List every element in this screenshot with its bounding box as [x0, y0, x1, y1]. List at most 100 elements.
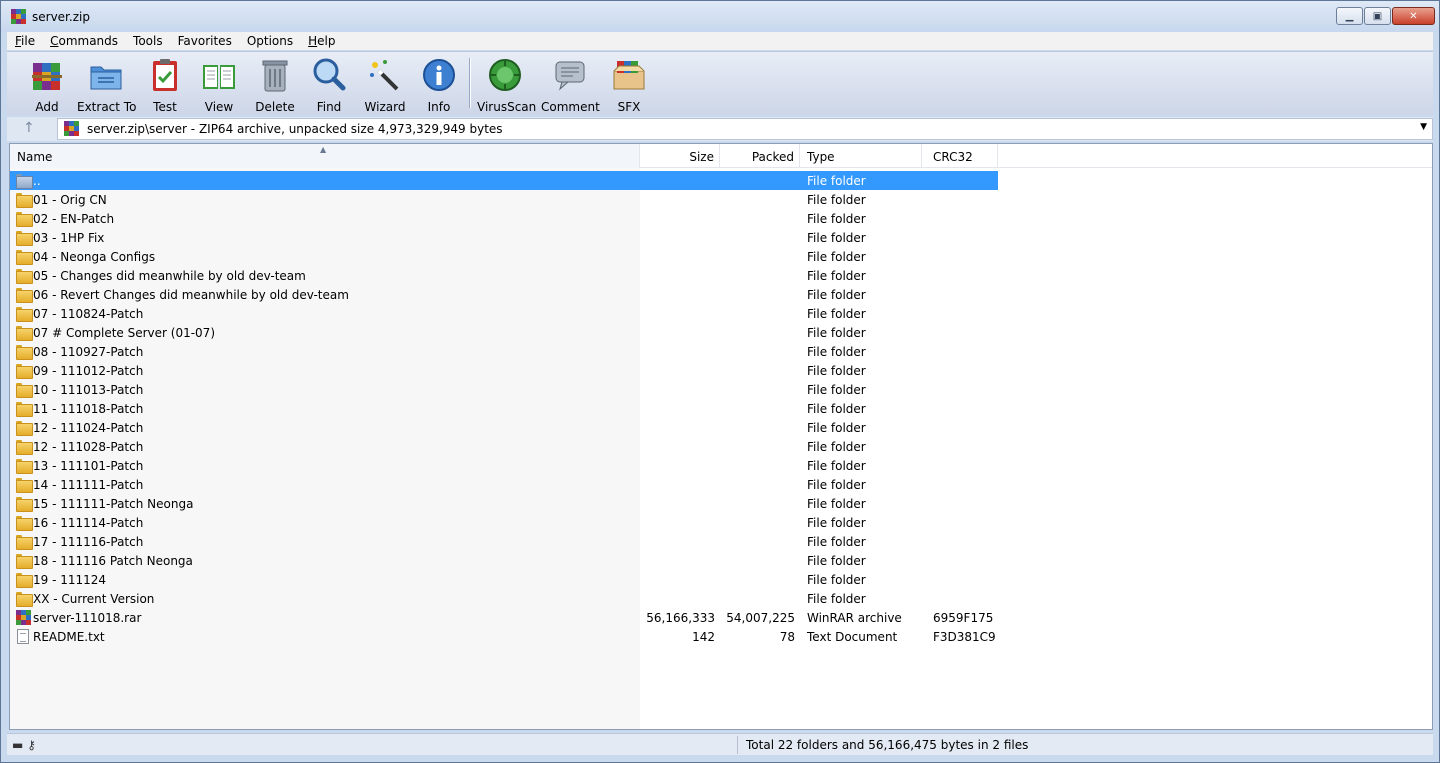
- file-row[interactable]: 03 - 1HP Fix File folder: [10, 228, 998, 247]
- file-name: 05 - Changes did meanwhile by old dev-te…: [33, 269, 306, 283]
- column-header-size[interactable]: Size: [640, 144, 720, 168]
- folder-icon-shape: [16, 212, 33, 227]
- menu-options[interactable]: Options: [239, 34, 300, 48]
- column-header-crc32[interactable]: CRC32: [922, 144, 998, 168]
- folder-icon: [16, 344, 33, 360]
- file-row[interactable]: 08 - 110927-Patch File folder: [10, 342, 998, 361]
- maximize-button[interactable]: ▣: [1364, 7, 1391, 25]
- key-icon[interactable]: ⚷: [27, 738, 36, 752]
- find-button[interactable]: Find: [307, 55, 351, 114]
- file-row[interactable]: 13 - 111101-Patch File folder: [10, 456, 998, 475]
- minimize-button[interactable]: ▁: [1336, 7, 1363, 25]
- file-row[interactable]: 12 - 111028-Patch File folder: [10, 437, 998, 456]
- file-row[interactable]: 07 - 110824-Patch File folder: [10, 304, 998, 323]
- folder-icon: [16, 230, 33, 246]
- menu-tools[interactable]: Tools: [125, 34, 170, 48]
- file-row[interactable]: 19 - 111124 File folder: [10, 570, 998, 589]
- menu-file[interactable]: File: [7, 34, 42, 48]
- comment-button[interactable]: Comment: [541, 55, 600, 114]
- winrar-app-icon[interactable]: [11, 9, 26, 24]
- file-row[interactable]: 04 - Neonga Configs File folder: [10, 247, 998, 266]
- file-type: File folder: [807, 212, 866, 226]
- up-folder-button[interactable]: ↑: [23, 120, 35, 136]
- folder-icon: [16, 287, 33, 303]
- close-button[interactable]: ✕: [1392, 7, 1435, 25]
- file-row[interactable]: README.txt 142 78 Text Document F3D381C9: [10, 627, 998, 646]
- column-header-type[interactable]: Type: [800, 144, 922, 168]
- file-row[interactable]: .. File folder: [10, 171, 998, 190]
- folder-icon-shape: [16, 383, 33, 398]
- file-type: File folder: [807, 326, 866, 340]
- file-type: File folder: [807, 573, 866, 587]
- window-title: server.zip: [32, 10, 90, 24]
- file-row[interactable]: 10 - 111013-Patch File folder: [10, 380, 998, 399]
- minimize-icon: ▁: [1345, 10, 1354, 22]
- file-row[interactable]: 15 - 111111-Patch Neonga File folder: [10, 494, 998, 513]
- test-button[interactable]: Test: [143, 55, 187, 114]
- column-header-name[interactable]: Name ▲: [10, 144, 640, 168]
- file-row[interactable]: XX - Current Version File folder: [10, 589, 998, 608]
- file-name: 02 - EN-Patch: [33, 212, 115, 226]
- file-name: 15 - 111111-Patch Neonga: [33, 497, 194, 511]
- maximize-icon: ▣: [1372, 10, 1383, 22]
- file-type: File folder: [807, 307, 866, 321]
- info-button[interactable]: Info: [417, 55, 461, 114]
- wizard-button[interactable]: Wizard: [361, 55, 409, 114]
- file-row[interactable]: 07 # Complete Server (01-07) File folder: [10, 323, 998, 342]
- view-button[interactable]: View: [197, 55, 241, 114]
- folder-icon-shape: [16, 231, 33, 246]
- file-row[interactable]: 05 - Changes did meanwhile by old dev-te…: [10, 266, 998, 285]
- up-folder-icon-shape: [16, 174, 33, 189]
- add-button[interactable]: Add: [21, 55, 73, 114]
- delete-button[interactable]: Delete: [253, 55, 297, 114]
- file-name: server-111018.rar: [33, 611, 142, 625]
- file-row[interactable]: 02 - EN-Patch File folder: [10, 209, 998, 228]
- text-document-icon-shape: [17, 629, 29, 644]
- menu-help[interactable]: Help: [300, 34, 342, 48]
- file-row[interactable]: 16 - 111114-Patch File folder: [10, 513, 998, 532]
- file-row[interactable]: 09 - 111012-Patch File folder: [10, 361, 998, 380]
- file-name: 13 - 111101-Patch: [33, 459, 144, 473]
- file-row[interactable]: 12 - 111024-Patch File folder: [10, 418, 998, 437]
- file-row[interactable]: 11 - 111018-Patch File folder: [10, 399, 998, 418]
- drive-icon[interactable]: ▬: [12, 738, 23, 752]
- file-name: 11 - 111018-Patch: [33, 402, 144, 416]
- file-name: 14 - 111111-Patch: [33, 478, 144, 492]
- file-packed-size: 78: [779, 630, 795, 644]
- file-row[interactable]: 06 - Revert Changes did meanwhile by old…: [10, 285, 998, 304]
- extract-to-button[interactable]: Extract To: [77, 55, 136, 114]
- folder-icon: [16, 420, 33, 436]
- column-header-packed[interactable]: Packed: [720, 144, 800, 168]
- folder-icon-shape: [16, 326, 33, 341]
- file-name: ..: [33, 174, 41, 188]
- file-name: 12 - 111024-Patch: [33, 421, 144, 435]
- title-bar[interactable]: server.zip ▁ ▣ ✕: [1, 1, 1439, 32]
- virusscan-button[interactable]: VirusScan: [477, 55, 536, 114]
- file-row[interactable]: 17 - 111116-Patch File folder: [10, 532, 998, 551]
- file-row[interactable]: 18 - 111116 Patch Neonga File folder: [10, 551, 998, 570]
- folder-icon: [16, 439, 33, 455]
- folder-icon: [16, 477, 33, 493]
- menu-commands[interactable]: Commands: [42, 34, 125, 48]
- sfx-button[interactable]: SFX: [607, 55, 651, 114]
- menu-bar: File Commands Tools Favorites Options He…: [7, 32, 1433, 50]
- menu-favorites[interactable]: Favorites: [170, 34, 239, 48]
- file-name: 17 - 111116-Patch: [33, 535, 144, 549]
- address-field[interactable]: server.zip\server - ZIP64 archive, unpac…: [57, 118, 1433, 140]
- folder-icon-shape: [16, 459, 33, 474]
- toolbar: Add Extract To Test View Delete Find Wiz…: [7, 51, 1433, 115]
- virus-scan-icon: [489, 59, 521, 91]
- trash-can-icon: [262, 60, 288, 92]
- file-row[interactable]: server-111018.rar 56,166,333 54,007,225 Win…: [10, 608, 998, 627]
- winrar-archive-icon: [16, 610, 31, 625]
- file-row[interactable]: 01 - Orig CN File folder: [10, 190, 998, 209]
- file-type: File folder: [807, 174, 866, 188]
- toolbar-separator: [469, 58, 471, 108]
- file-type: File folder: [807, 497, 866, 511]
- file-row[interactable]: 14 - 111111-Patch File folder: [10, 475, 998, 494]
- address-dropdown-button[interactable]: ▼: [1420, 122, 1427, 132]
- file-list[interactable]: Name ▲ Size Packed Type CRC32 .. File fold…: [9, 143, 1433, 730]
- view-book-icon: [203, 65, 235, 89]
- arrow-up-icon: ↑: [23, 120, 35, 136]
- folder-icon: [16, 553, 33, 569]
